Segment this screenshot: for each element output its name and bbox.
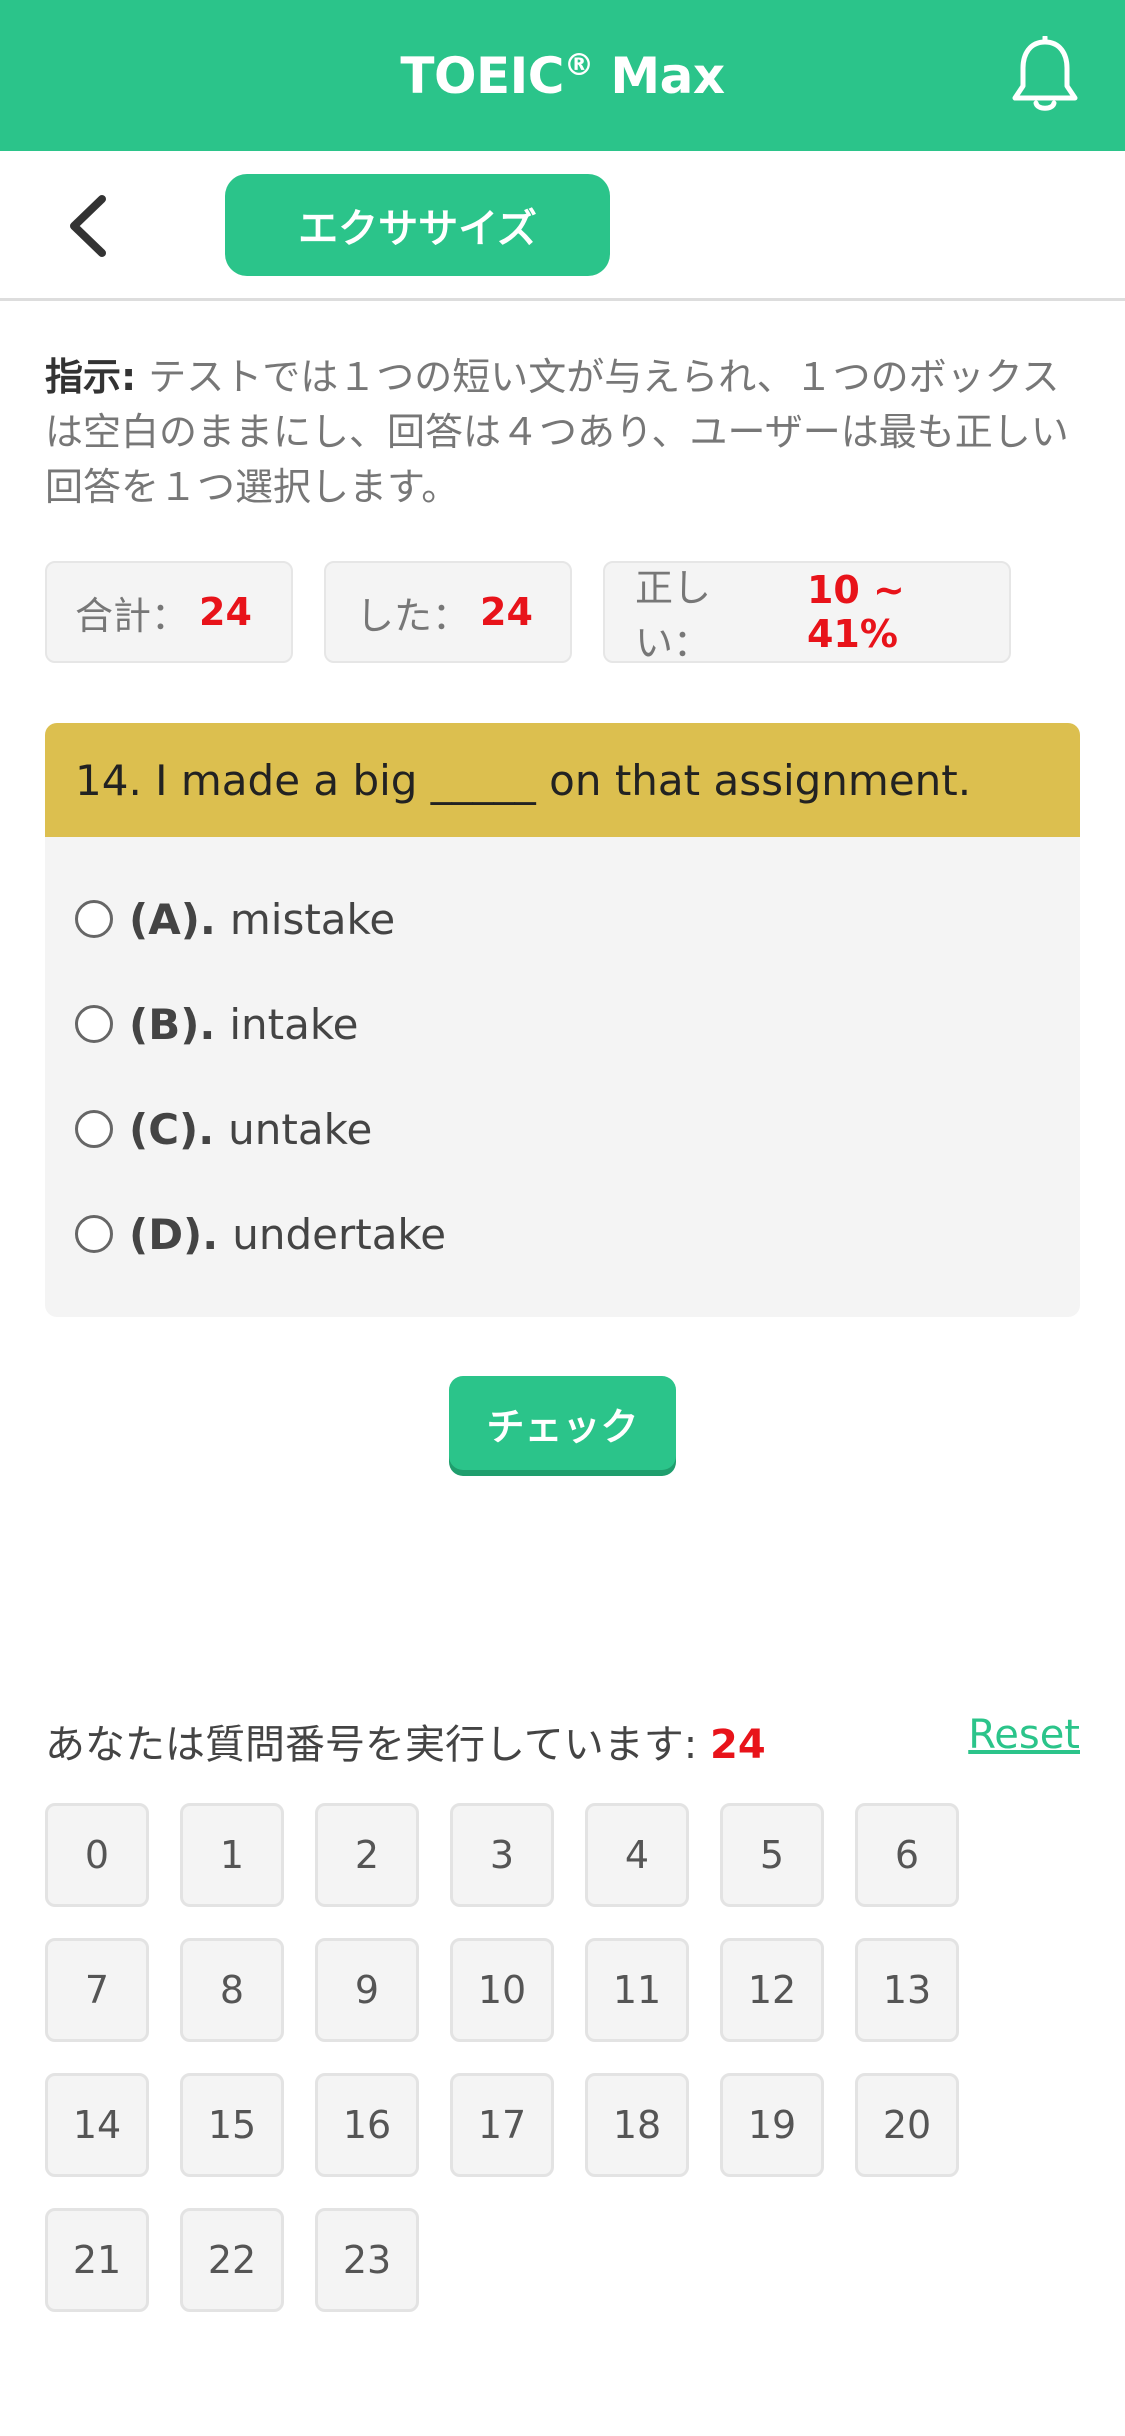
question-number-button[interactable]: 12 [720, 1938, 824, 2042]
stat-done: した： 24 [324, 561, 572, 663]
question-number-button[interactable]: 23 [315, 2208, 419, 2312]
question-number-button[interactable]: 16 [315, 2073, 419, 2177]
question-number-button[interactable]: 19 [720, 2073, 824, 2177]
question-number-button[interactable]: 20 [855, 2073, 959, 2177]
question-number-button[interactable]: 21 [45, 2208, 149, 2312]
instructions-text: テストでは１つの短い文が与えられ、１つのボックスは空白のままにし、回答は４つあり… [45, 355, 1069, 509]
question-number-button[interactable]: 0 [45, 1803, 149, 1907]
question-number-button[interactable]: 17 [450, 2073, 554, 2177]
stat-total: 合計： 24 [45, 561, 293, 663]
stat-total-value: 24 [199, 590, 252, 634]
radio-button[interactable] [75, 1110, 113, 1148]
app-bar: TOEIC® Max [0, 0, 1125, 151]
question-text: 14. I made a big _____ on that assignmen… [45, 723, 1080, 837]
tab-exercise[interactable]: エクササイズ [225, 174, 610, 276]
question-number-button[interactable]: 2 [315, 1803, 419, 1907]
progress-label: あなたは質問番号を実行しています: 24 [45, 1722, 766, 1768]
current-question-number: 24 [710, 1722, 766, 1768]
check-button[interactable]: チェック [449, 1376, 676, 1470]
question-number-button[interactable]: 1 [180, 1803, 284, 1907]
question-number-button[interactable]: 10 [450, 1938, 554, 2042]
question-number-button[interactable]: 5 [720, 1803, 824, 1907]
instructions-label: 指示: [45, 355, 137, 399]
radio-button[interactable] [75, 1215, 113, 1253]
stat-done-value: 24 [480, 590, 533, 634]
question-number-button[interactable]: 13 [855, 1938, 959, 2042]
question-number-button[interactable]: 8 [180, 1938, 284, 2042]
question-number-button[interactable]: 4 [585, 1803, 689, 1907]
question-card: 14. I made a big _____ on that assignmen… [45, 723, 1080, 1317]
question-number-button[interactable]: 9 [315, 1938, 419, 2042]
question-number-button[interactable]: 14 [45, 2073, 149, 2177]
option-b[interactable]: (B). intake [75, 994, 359, 1054]
question-number-button[interactable]: 22 [180, 2208, 284, 2312]
app-title: TOEIC® Max [400, 46, 725, 105]
question-number-button[interactable]: 15 [180, 2073, 284, 2177]
option-c[interactable]: (C). untake [75, 1099, 372, 1159]
question-number-button[interactable]: 7 [45, 1938, 149, 2042]
radio-button[interactable] [75, 1005, 113, 1043]
reset-link[interactable]: Reset [968, 1712, 1080, 1758]
bell-icon[interactable] [1009, 36, 1081, 116]
instructions: 指示: テストでは１つの短い文が与えられ、１つのボックスは空白のままにし、回答は… [45, 350, 1075, 515]
sub-header: エクササイズ [0, 151, 1125, 301]
option-d[interactable]: (D). undertake [75, 1204, 446, 1264]
chevron-left-icon[interactable] [60, 191, 120, 261]
question-number-button[interactable]: 11 [585, 1938, 689, 2042]
option-a[interactable]: (A). mistake [75, 889, 395, 949]
question-number-button[interactable]: 6 [855, 1803, 959, 1907]
question-number-button[interactable]: 18 [585, 2073, 689, 2177]
question-number-button[interactable]: 3 [450, 1803, 554, 1907]
radio-button[interactable] [75, 900, 113, 938]
stat-correct: 正しい： 10 ~ 41% [603, 561, 1011, 665]
stat-correct-value: 10 ~ 41% [806, 568, 905, 656]
